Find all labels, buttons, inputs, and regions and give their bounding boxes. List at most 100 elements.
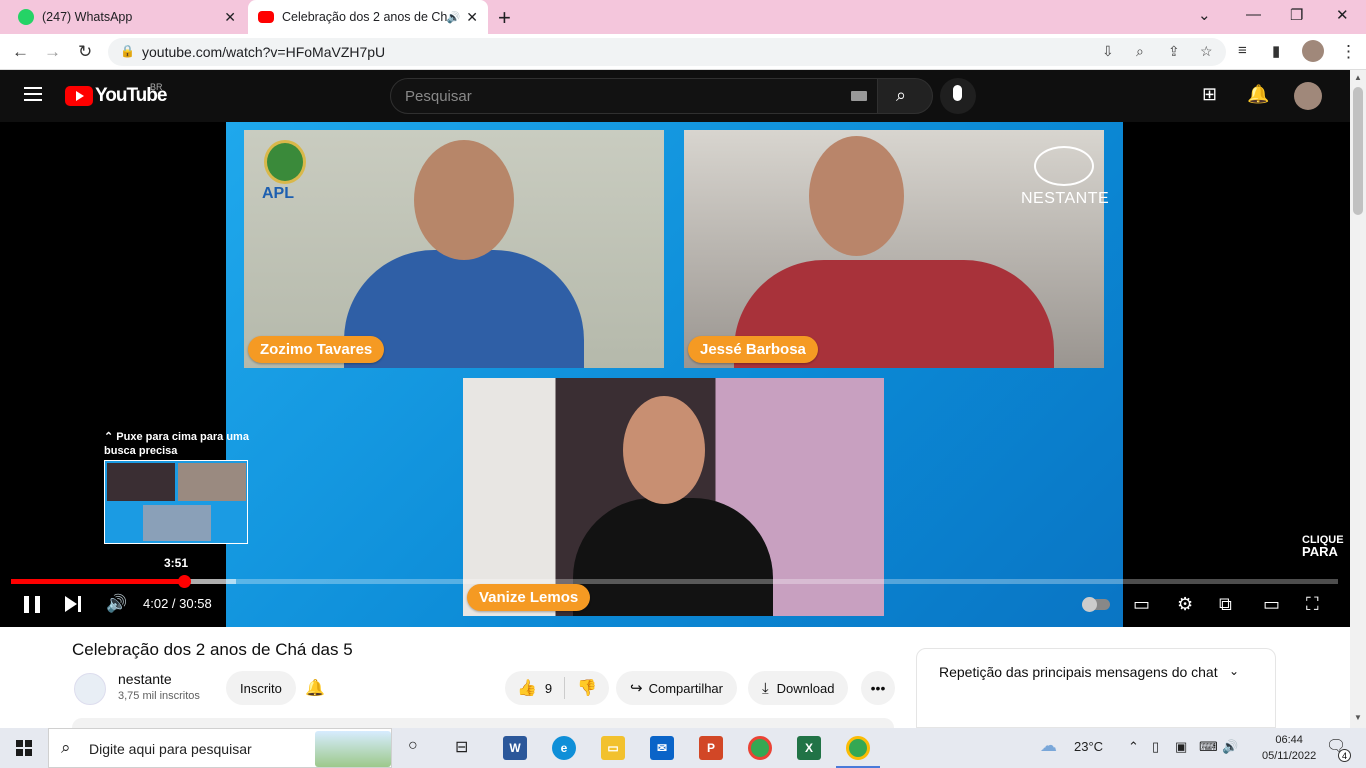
windows-taskbar: ⌕ Digite aqui para pesquisar ○ ⊟ W e ▭ ✉… [0,728,1366,768]
task-view-icon[interactable]: ⊟ [455,737,468,757]
youtube-logo-icon[interactable] [65,86,93,106]
media-control-icon[interactable]: ≡ [1238,42,1247,59]
close-window-icon[interactable]: ✕ [1336,6,1349,24]
side-panel-icon[interactable]: ▮ [1272,42,1280,60]
audio-playing-icon[interactable]: 🔊 [447,11,461,24]
progress-bar[interactable] [11,575,1338,588]
excel-icon[interactable]: X [797,736,821,760]
time-display: 4:02 / 30:58 [143,596,212,611]
miniplayer-icon[interactable]: ⧉ [1219,594,1232,615]
chevron-down-icon[interactable]: ⌄ [1229,664,1239,678]
region-code: BR [150,82,163,92]
scroll-down-icon[interactable]: ▼ [1354,713,1362,722]
subtitles-icon[interactable]: ▭ [1133,594,1150,615]
profile-avatar[interactable] [1302,40,1324,62]
voice-search-button[interactable] [940,78,976,114]
chrome-profile-icon[interactable] [846,736,870,760]
search-icon: ⌕ [896,85,907,105]
like-count: 9 [544,680,553,696]
account-avatar[interactable] [1294,82,1322,110]
address-bar[interactable]: 🔒 youtube.com/watch?v=HFoMaVZH7pU ⇩ ⌕ ⇪ … [108,38,1226,66]
zoom-icon[interactable]: ⌕ [1136,43,1144,60]
windows-start-icon[interactable] [16,740,32,756]
word-icon[interactable]: W [503,736,527,760]
channel-avatar[interactable] [74,673,106,705]
restore-icon[interactable]: ❐ [1290,6,1303,24]
tray-device-icon[interactable]: ▯ [1152,739,1159,755]
tab-youtube-video[interactable]: Celebração dos 2 anos de Chá 🔊 ✕ [248,0,488,34]
cortana-icon[interactable]: ○ [408,737,418,755]
subscribed-button[interactable]: Inscrito [226,671,296,705]
tab-whatsapp[interactable]: (247) WhatsApp ✕ [8,0,246,34]
forward-icon[interactable]: → [44,42,61,62]
new-tab-icon[interactable]: + [498,5,511,31]
subscriber-count: 3,75 mil inscritos [118,690,200,702]
nestante-logo-icon [1034,146,1094,186]
weather-temp[interactable]: 23°C [1074,739,1103,754]
download-button[interactable]: ⤓ Download [748,671,849,705]
minimize-icon[interactable]: — [1246,6,1261,23]
notifications-bell-icon[interactable]: 🔔 [1247,84,1269,105]
tray-chevron-up-icon[interactable]: ⌃ [1128,739,1139,755]
page-scrollbar[interactable]: ▲ ▼ [1350,70,1366,728]
edge-icon[interactable]: e [552,736,576,760]
fullscreen-icon[interactable]: ⛶ [1306,594,1319,615]
clock-date: 05/11/2022 [1262,750,1317,762]
notification-count: 4 [1338,749,1351,762]
participant-figure [809,136,904,256]
share-button[interactable]: ↪ Compartilhar [616,671,737,705]
search-highlight-image[interactable] [315,731,391,767]
channel-name[interactable]: nestante [118,671,172,687]
overlay-line: PARA [1302,544,1338,559]
more-actions-button[interactable]: ••• [861,671,895,705]
settings-gear-icon[interactable]: ⚙ [1177,594,1193,615]
thumb-tile [107,463,175,501]
tab-search-chevron-icon[interactable]: ⌄ [1198,6,1211,24]
volume-icon[interactable]: 🔊 [106,594,127,614]
weather-cloud-icon[interactable]: ☁ [1040,736,1057,756]
autoplay-toggle[interactable] [1082,597,1110,612]
thumbs-down-icon[interactable]: 👎 [577,678,597,698]
tray-display-icon[interactable]: ▣ [1175,739,1187,755]
scroll-up-icon[interactable]: ▲ [1354,73,1362,82]
browser-menu-icon[interactable]: ⋮ [1340,42,1357,62]
pause-icon[interactable] [24,596,40,613]
mail-icon[interactable]: ✉ [650,736,674,760]
system-clock[interactable]: 06:44 05/11/2022 [1262,732,1316,764]
subscribe-overlay[interactable]: CLIQUE PARA [1302,534,1344,558]
video-frame: APL Zozimo Tavares NESTANTE Jessé Barbos… [226,122,1123,627]
tray-network-icon[interactable]: ⌨ [1199,739,1218,755]
back-icon[interactable]: ← [12,42,29,62]
chrome-icon[interactable] [748,736,772,760]
create-video-icon[interactable]: ⊞ [1202,84,1217,105]
tab-title: (247) WhatsApp [42,10,133,24]
share-icon[interactable]: ⇪ [1168,43,1180,60]
search-button[interactable]: ⌕ [877,78,933,114]
file-explorer-icon[interactable]: ▭ [601,736,625,760]
scrollbar-thumb[interactable] [1353,87,1363,215]
seek-preview-thumbnail [104,460,248,544]
bookmark-star-icon[interactable]: ☆ [1200,43,1213,60]
search-input[interactable] [405,86,825,106]
keyboard-icon[interactable] [851,91,867,101]
close-tab-icon[interactable]: ✕ [466,9,478,26]
taskbar-search[interactable]: ⌕ Digite aqui para pesquisar [48,728,392,768]
theater-mode-icon[interactable]: ▭ [1263,594,1280,615]
powerpoint-icon[interactable]: P [699,736,723,760]
channel-bell-icon[interactable]: 🔔 [305,678,325,698]
url-text[interactable]: youtube.com/watch?v=HFoMaVZH7pU [142,44,385,60]
install-app-icon[interactable]: ⇩ [1102,43,1114,60]
browser-tab-strip: (247) WhatsApp ✕ Celebração dos 2 anos d… [0,0,1366,34]
youtube-header: YouTube BR ⌕ ⊞ 🔔 [0,70,1350,122]
like-button[interactable]: 👍 9 👎 [505,671,609,705]
chat-mode-label[interactable]: Repetição das principais mensagens do ch… [939,664,1218,680]
video-player[interactable]: APL Zozimo Tavares NESTANTE Jessé Barbos… [0,122,1350,627]
lock-icon[interactable]: 🔒 [120,44,135,58]
volume-tray-icon[interactable]: 🔊 [1222,739,1238,755]
whatsapp-icon [18,9,34,25]
scrubber-handle[interactable] [177,575,191,588]
reload-icon[interactable]: ↻ [78,42,92,62]
next-video-icon[interactable] [65,596,77,612]
menu-icon[interactable] [24,87,42,101]
close-tab-icon[interactable]: ✕ [224,9,236,26]
